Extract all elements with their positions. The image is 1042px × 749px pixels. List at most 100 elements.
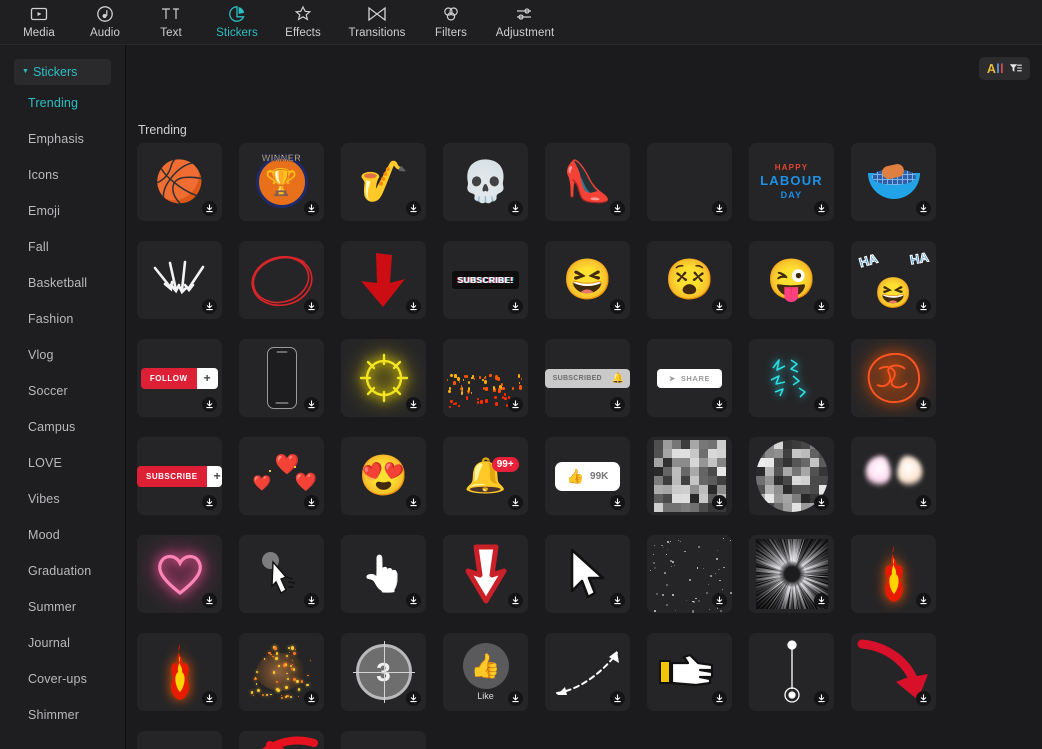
download-icon[interactable] bbox=[610, 397, 625, 412]
download-icon[interactable] bbox=[814, 495, 829, 510]
download-icon[interactable] bbox=[916, 299, 931, 314]
sidebar-item-emphasis[interactable]: Emphasis bbox=[0, 121, 125, 157]
download-icon[interactable] bbox=[508, 201, 523, 216]
sticker-tile-cyan-lightning-scribble[interactable] bbox=[749, 339, 834, 417]
sticker-tile-white-arrows-burst[interactable] bbox=[137, 241, 222, 319]
sticker-tile-phone-frame[interactable] bbox=[239, 339, 324, 417]
sidebar-item-cover-ups[interactable]: Cover-ups bbox=[0, 661, 125, 697]
sticker-tile-subscribe-tag[interactable]: SUBSCRIBE! bbox=[443, 241, 528, 319]
toolbar-tab-filters[interactable]: Filters bbox=[418, 0, 484, 45]
download-icon[interactable] bbox=[916, 593, 931, 608]
sticker-tile-red-outline-down-arrow[interactable] bbox=[443, 535, 528, 613]
sidebar-header-stickers[interactable]: ▼ Stickers bbox=[14, 59, 111, 85]
sticker-tile-grey-checker-square[interactable] bbox=[647, 437, 732, 515]
sticker-tile-happy-labour-day-text[interactable]: HAPPY LABOUR DAY bbox=[749, 143, 834, 221]
download-icon[interactable] bbox=[202, 495, 217, 510]
sticker-tile-pink-neon-heart[interactable] bbox=[137, 535, 222, 613]
sticker-tile-partial-sticker-2[interactable] bbox=[239, 731, 324, 749]
download-icon[interactable] bbox=[712, 397, 727, 412]
sticker-tile-radial-speed-lines[interactable] bbox=[749, 535, 834, 613]
sidebar-item-graduation[interactable]: Graduation bbox=[0, 553, 125, 589]
sticker-tile-like-thumb-circle[interactable]: 👍 Like bbox=[443, 633, 528, 711]
toolbar-tab-text[interactable]: Text bbox=[138, 0, 204, 45]
download-icon[interactable] bbox=[814, 299, 829, 314]
sticker-tile-orange-neon-scribble-ball[interactable] bbox=[851, 339, 936, 417]
sticker-tile-like-count-button[interactable]: 👍 99K bbox=[545, 437, 630, 515]
download-icon[interactable] bbox=[508, 691, 523, 706]
sticker-tile-pin-drop-line[interactable] bbox=[749, 633, 834, 711]
sticker-tile-floating-hearts[interactable]: ❤️ ❤️ ❤️ bbox=[239, 437, 324, 515]
sticker-tile-ha-ha-laughing-emoji[interactable]: 😆 HA HA bbox=[851, 241, 936, 319]
download-icon[interactable] bbox=[712, 201, 727, 216]
download-icon[interactable] bbox=[508, 593, 523, 608]
download-icon[interactable] bbox=[304, 397, 319, 412]
toolbar-tab-stickers[interactable]: Stickers bbox=[204, 0, 270, 45]
download-icon[interactable] bbox=[916, 201, 931, 216]
download-icon[interactable] bbox=[406, 691, 421, 706]
download-icon[interactable] bbox=[304, 201, 319, 216]
download-icon[interactable] bbox=[304, 495, 319, 510]
sticker-tile-squinting-face-emoji[interactable]: 😆 bbox=[545, 241, 630, 319]
download-icon[interactable] bbox=[202, 299, 217, 314]
sticker-tile-fire-flame-small[interactable] bbox=[851, 535, 936, 613]
download-icon[interactable] bbox=[916, 691, 931, 706]
sidebar-item-summer[interactable]: Summer bbox=[0, 589, 125, 625]
download-icon[interactable] bbox=[814, 691, 829, 706]
sticker-tile-spiral-eyes-emoji[interactable]: 😵 bbox=[647, 241, 732, 319]
sticker-tile-subscribe-button-sticker[interactable]: SUBSCRIBE + bbox=[137, 437, 222, 515]
download-icon[interactable] bbox=[406, 201, 421, 216]
download-icon[interactable] bbox=[916, 495, 931, 510]
download-icon[interactable] bbox=[202, 397, 217, 412]
sticker-tile-heart-eyes-emoji[interactable]: 😍 bbox=[341, 437, 426, 515]
toolbar-tab-transitions[interactable]: Transitions bbox=[336, 0, 418, 45]
sticker-tile-blank-sticker[interactable] bbox=[647, 143, 732, 221]
sidebar-item-fashion[interactable]: Fashion bbox=[0, 301, 125, 337]
sticker-tile-click-cursor-hand[interactable] bbox=[239, 535, 324, 613]
sticker-tile-basketball-hoop[interactable]: 🏀 bbox=[137, 143, 222, 221]
sticker-tile-red-down-arrow[interactable] bbox=[341, 241, 426, 319]
toolbar-tab-effects[interactable]: Effects bbox=[270, 0, 336, 45]
download-icon[interactable] bbox=[610, 201, 625, 216]
toolbar-tab-audio[interactable]: Audio bbox=[72, 0, 138, 45]
sticker-tile-winner-trophy-badge[interactable]: 🏆 WINNER bbox=[239, 143, 324, 221]
sidebar-item-fall[interactable]: Fall bbox=[0, 229, 125, 265]
download-icon[interactable] bbox=[304, 299, 319, 314]
sidebar-item-soccer[interactable]: Soccer bbox=[0, 373, 125, 409]
download-icon[interactable] bbox=[610, 691, 625, 706]
sticker-tile-fire-flame-large[interactable] bbox=[137, 633, 222, 711]
sticker-tile-bbq-grill-bowl[interactable] bbox=[851, 143, 936, 221]
sticker-tile-countdown-three[interactable]: 3 bbox=[341, 633, 426, 711]
download-icon[interactable] bbox=[610, 495, 625, 510]
download-icon[interactable] bbox=[814, 397, 829, 412]
sidebar-item-icons[interactable]: Icons bbox=[0, 157, 125, 193]
sticker-tile-partial-sticker-1[interactable] bbox=[137, 731, 222, 749]
sidebar-item-love[interactable]: LOVE bbox=[0, 445, 125, 481]
sidebar-item-vlog[interactable]: Vlog bbox=[0, 337, 125, 373]
sticker-tile-saxophone[interactable]: 🎷 bbox=[341, 143, 426, 221]
sticker-tile-red-sparks-particles[interactable] bbox=[443, 339, 528, 417]
download-icon[interactable] bbox=[712, 299, 727, 314]
download-icon[interactable] bbox=[814, 201, 829, 216]
download-icon[interactable] bbox=[610, 299, 625, 314]
download-icon[interactable] bbox=[916, 397, 931, 412]
download-icon[interactable] bbox=[202, 593, 217, 608]
sticker-tile-share-button-sticker[interactable]: ➤ SHARE bbox=[647, 339, 732, 417]
sidebar-item-journal[interactable]: Journal bbox=[0, 625, 125, 661]
toolbar-tab-media[interactable]: Media bbox=[6, 0, 72, 45]
download-icon[interactable] bbox=[610, 593, 625, 608]
download-icon[interactable] bbox=[712, 593, 727, 608]
sticker-tile-skull[interactable]: 💀 bbox=[443, 143, 528, 221]
download-icon[interactable] bbox=[508, 299, 523, 314]
sticker-tile-explosion-sparks[interactable] bbox=[239, 633, 324, 711]
sticker-tile-red-curved-arrow[interactable] bbox=[851, 633, 936, 711]
download-icon[interactable] bbox=[304, 691, 319, 706]
sticker-tile-partial-sticker-3[interactable] bbox=[341, 731, 426, 749]
sidebar-item-mood[interactable]: Mood bbox=[0, 517, 125, 553]
sticker-tile-glowing-butterfly[interactable] bbox=[851, 437, 936, 515]
sticker-tile-grey-checker-circle[interactable] bbox=[749, 437, 834, 515]
download-icon[interactable] bbox=[202, 691, 217, 706]
sticker-tile-follow-button-sticker[interactable]: FOLLOW + bbox=[137, 339, 222, 417]
download-icon[interactable] bbox=[508, 495, 523, 510]
sticker-tile-pink-high-heels[interactable]: 👠 bbox=[545, 143, 630, 221]
sticker-tile-dashed-curve-arrow[interactable] bbox=[545, 633, 630, 711]
